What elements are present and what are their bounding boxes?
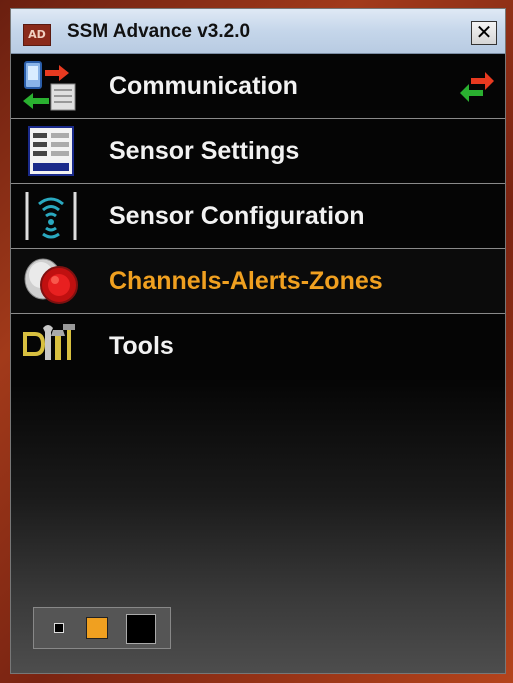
theme-small-swatch[interactable] xyxy=(54,623,64,633)
red-button-icon xyxy=(24,258,78,304)
theme-orange-swatch[interactable] xyxy=(86,617,108,639)
theme-selector xyxy=(33,607,171,649)
menu-item-label: Tools xyxy=(109,332,174,360)
window-title: SSM Advance v3.2.0 xyxy=(67,21,251,42)
app-logo-icon: AD xyxy=(23,24,51,46)
main-menu: Communication Sensor Settings Sensor Con… xyxy=(11,54,505,378)
settings-sheet-icon xyxy=(28,126,74,176)
menu-item-label: Communication xyxy=(109,72,298,100)
menu-item-label: Channels-Alerts-Zones xyxy=(109,267,383,295)
menu-item-tools[interactable]: Tools xyxy=(11,314,505,378)
title-bar[interactable]: AD SSM Advance v3.2.0 ✕ xyxy=(11,9,505,54)
menu-item-sensor-settings[interactable]: Sensor Settings xyxy=(11,119,505,184)
menu-item-label: Sensor Settings xyxy=(109,137,300,165)
menu-item-label: Sensor Configuration xyxy=(109,202,365,230)
menu-item-communication[interactable]: Communication xyxy=(11,54,505,119)
transfer-arrows-icon xyxy=(460,72,494,102)
menu-item-channels-alerts-zones[interactable]: Channels-Alerts-Zones xyxy=(11,249,505,314)
close-button[interactable]: ✕ xyxy=(471,21,497,45)
menu-item-sensor-configuration[interactable]: Sensor Configuration xyxy=(11,184,505,249)
tools-icon xyxy=(23,324,75,360)
communication-icon xyxy=(23,61,76,111)
app-window: AD SSM Advance v3.2.0 ✕ Communication Se… xyxy=(10,8,506,674)
sensor-signal-icon xyxy=(25,192,77,240)
theme-black-swatch[interactable] xyxy=(126,614,156,644)
empty-panel xyxy=(11,378,505,673)
